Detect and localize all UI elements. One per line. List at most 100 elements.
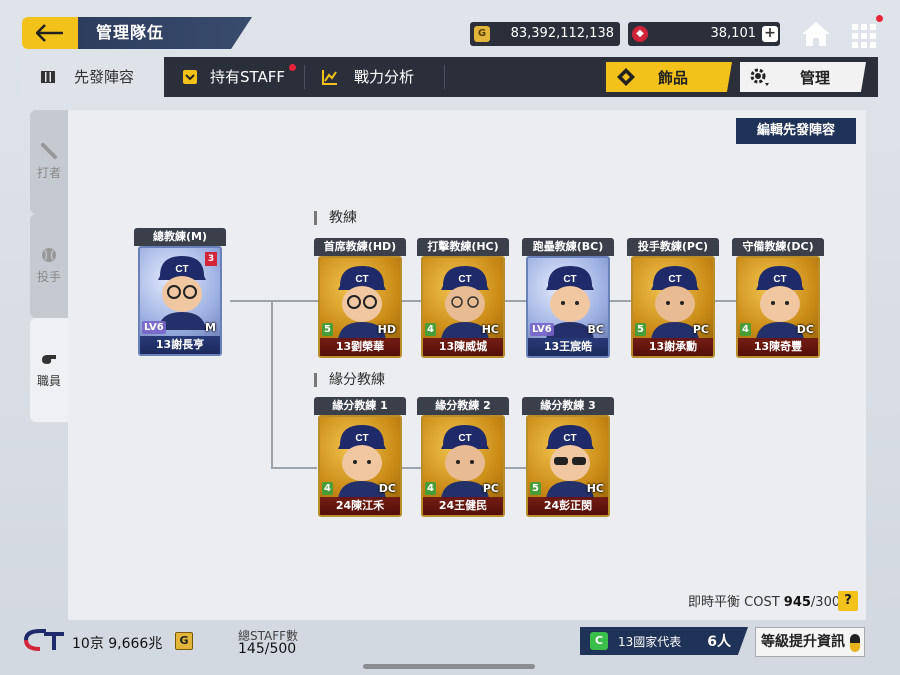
bond-role-label: 緣分教練 3: [522, 397, 614, 415]
manage-label: 管理: [800, 68, 831, 87]
side-nav: 打者 投手 職員: [30, 110, 68, 422]
whistle-icon: [42, 355, 56, 364]
national-count: 6人: [707, 634, 732, 650]
national-badge-icon: C: [590, 632, 608, 650]
coach-name: 24彭正閔: [528, 497, 608, 515]
bond-coach-slot-1[interactable]: 緣分教練 1 CT 4 DC 24陳江禾: [314, 397, 406, 517]
position-label: PC: [692, 323, 709, 336]
side-tab-batter[interactable]: 打者: [30, 110, 68, 214]
level-badge: LV6: [142, 321, 166, 334]
tab-lineup[interactable]: 先發陣容: [22, 57, 164, 97]
position-label: M: [205, 321, 216, 334]
staff-count-value: 145/500: [238, 641, 297, 657]
coach-slot-hc[interactable]: 打擊教練(HC) CT 4 HC 13陳威城: [417, 238, 509, 358]
bond-coach-card[interactable]: CT 4 DC 24陳江禾: [318, 415, 402, 517]
connector-line: [504, 300, 526, 302]
chart-icon: [322, 70, 337, 85]
level-badge: 5: [322, 323, 333, 336]
balance-cost: 即時平衡 COST 945/300: [688, 591, 840, 610]
coach-role-label: 打擊教練(HC): [417, 238, 509, 256]
bond-role-label: 緣分教練 1: [314, 397, 406, 415]
menu-grid-button[interactable]: [849, 15, 883, 48]
add-ruby-button[interactable]: +: [762, 26, 778, 42]
side-tab-staff[interactable]: 職員: [30, 318, 68, 422]
level-badge: 5: [530, 482, 541, 495]
coach-slot-hd[interactable]: 首席教練(HD) CT 5 HD 13劉榮華: [314, 238, 406, 358]
side-tab-pitcher[interactable]: 投手: [30, 214, 68, 318]
coach-role-label: 投手教練(PC): [627, 238, 719, 256]
connector-line: [504, 467, 526, 469]
coach-card[interactable]: CT 5 HD 13劉榮華: [318, 256, 402, 358]
position-label: PC: [482, 482, 499, 495]
coach-slot-dc[interactable]: 守備教練(DC) CT 4 DC 13陳奇豐: [732, 238, 824, 358]
cost-value: 945: [783, 595, 811, 610]
bond-coach-slot-3[interactable]: 緣分教練 3 CT 5 HC 24彭正閔: [522, 397, 614, 517]
svg-text:CT: CT: [355, 433, 368, 444]
national-label: 13國家代表: [618, 634, 682, 649]
level-badge: 4: [740, 323, 751, 336]
cost-label: 即時平衡 COST: [688, 595, 780, 610]
back-arrow-icon: [36, 24, 63, 42]
side-pitcher-label: 投手: [36, 270, 61, 284]
connector-line: [401, 300, 421, 302]
svg-text:CT: CT: [668, 274, 681, 285]
tab-power-analysis[interactable]: 戰力分析: [322, 57, 442, 97]
position-label: HC: [481, 323, 499, 336]
baseball-icon: [42, 248, 56, 262]
bond-coach-card[interactable]: CT 4 PC 24王健民: [421, 415, 505, 517]
level-badge: 4: [425, 482, 436, 495]
coach-card[interactable]: CT 4 DC 13陳奇豐: [736, 256, 820, 358]
position-label: HD: [377, 323, 396, 336]
coach-role-label: 首席教練(HD): [314, 238, 406, 256]
level-badge: 5: [635, 323, 646, 336]
bond-section-label: 緣分教練: [314, 373, 385, 387]
connector-line: [306, 300, 318, 302]
bond-coach-slot-2[interactable]: 緣分教練 2 CT 4 PC 24王健民: [417, 397, 509, 517]
position-label: DC: [796, 323, 814, 336]
jewel-button[interactable]: 飾品: [606, 62, 732, 92]
tab-own-staff[interactable]: 持有STAFF: [182, 57, 302, 97]
notification-dot: [876, 15, 883, 22]
national-team-button[interactable]: C 13國家代表 6人: [580, 627, 748, 655]
home-button[interactable]: [800, 20, 832, 48]
position-label: DC: [378, 482, 396, 495]
manager-slot[interactable]: 總教練(M) CT 3 LV6 M 13謝長亨: [134, 228, 226, 356]
ruby-icon: ◆: [632, 26, 648, 42]
rank-badge: 3: [205, 252, 217, 266]
side-batter-label: 打者: [36, 166, 61, 180]
team-money: 10京 9,666兆: [72, 636, 163, 652]
upgrade-label: 等級提升資訊: [761, 634, 845, 650]
bond-coach-card[interactable]: CT 5 HC 24彭正閔: [526, 415, 610, 517]
tab-lineup-label: 先發陣容: [74, 68, 135, 86]
notification-dot: [289, 63, 297, 71]
coach-card[interactable]: CT 5 PC 13謝承勳: [631, 256, 715, 358]
coach-slot-bc[interactable]: 跑壘教練(BC) CT LV6 BC 13王宸皓: [522, 238, 614, 358]
manage-button[interactable]: 管理: [740, 62, 866, 92]
home-indicator[interactable]: [363, 664, 535, 669]
help-button[interactable]: ?: [838, 591, 858, 611]
coach-card[interactable]: CT LV6 BC 13王宸皓: [526, 256, 610, 358]
svg-text:CT: CT: [458, 274, 471, 285]
coach-name: 13王宸皓: [528, 338, 608, 356]
team-logo: [24, 629, 64, 651]
connector-line: [401, 467, 421, 469]
side-staff-label: 職員: [36, 374, 61, 388]
position-label: BC: [587, 323, 604, 336]
coach-card[interactable]: CT 4 HC 13陳威城: [421, 256, 505, 358]
connector-line: [271, 467, 317, 469]
cost-max: /300: [810, 595, 841, 610]
svg-text:CT: CT: [355, 274, 368, 285]
back-button[interactable]: [22, 17, 78, 49]
page-title: 管理隊伍: [78, 17, 252, 49]
gear-icon: [750, 68, 769, 86]
tab-own-staff-label: 持有STAFF: [210, 68, 286, 86]
bat-icon: [41, 143, 57, 159]
edit-lineup-button[interactable]: 編輯先發陣容: [736, 118, 856, 144]
tab-bar: 先發陣容 持有STAFF 戰力分析 飾品 管理: [22, 57, 878, 97]
manager-card[interactable]: CT 3 LV6 M 13謝長亨: [138, 246, 222, 356]
tab-power-label: 戰力分析: [354, 68, 415, 86]
toggle-pill-icon: [850, 634, 860, 652]
coach-name: 13謝承勳: [633, 338, 713, 356]
coach-slot-pc[interactable]: 投手教練(PC) CT 5 PC 13謝承勳: [627, 238, 719, 358]
level-up-info-button[interactable]: 等級提升資訊: [755, 627, 865, 657]
